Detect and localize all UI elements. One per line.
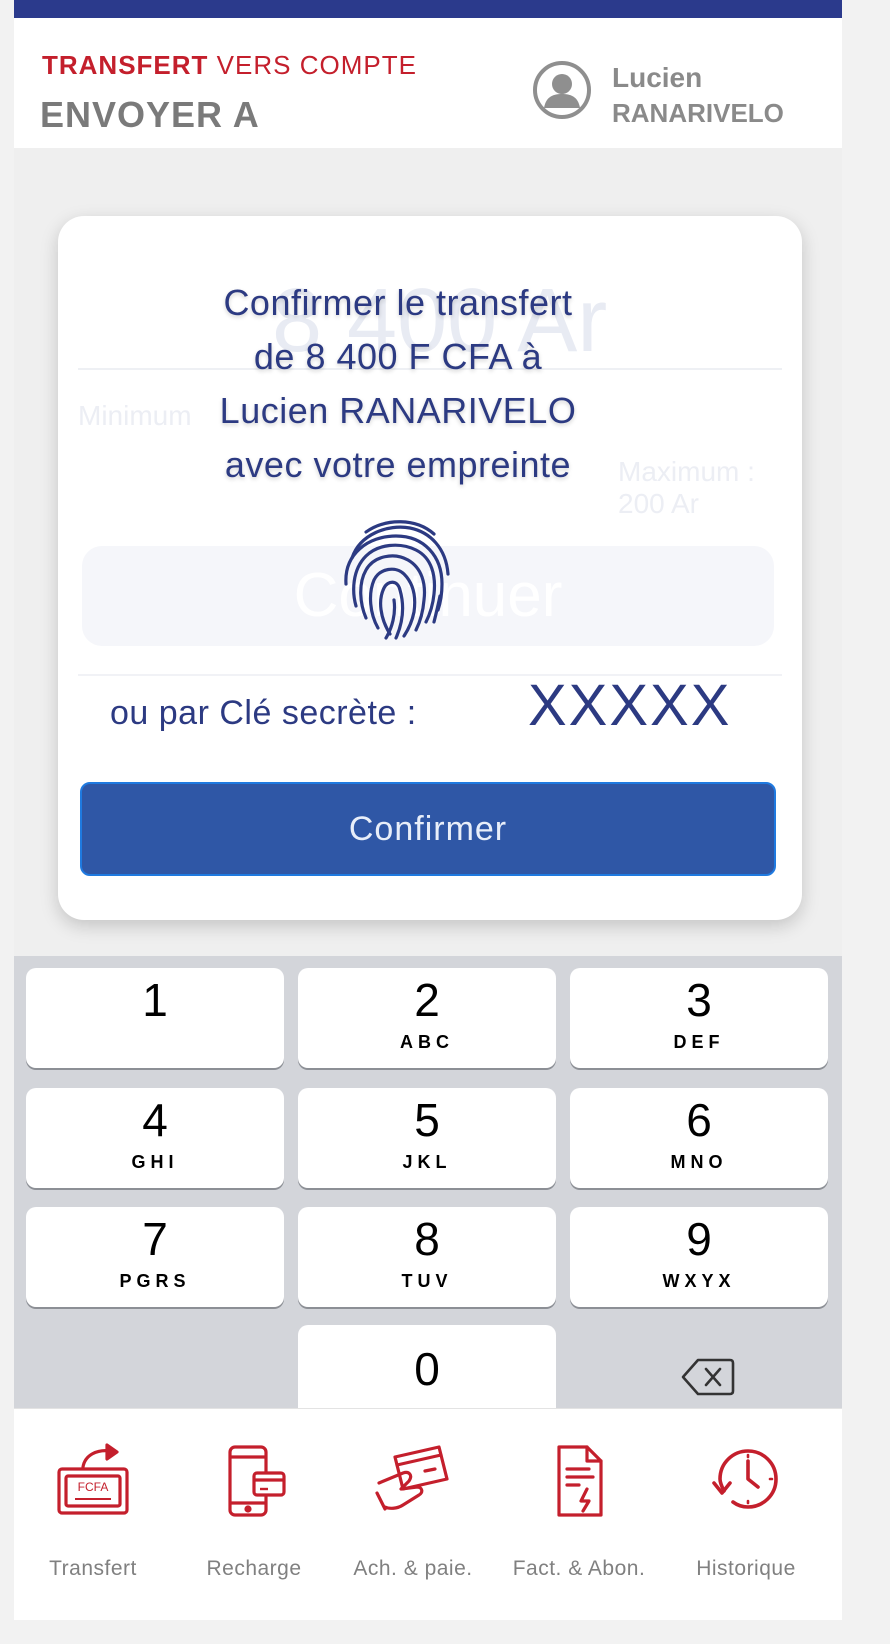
key-6[interactable]: 6 MNO xyxy=(570,1088,828,1188)
tab-achats[interactable]: Ach. & paie. xyxy=(338,1409,488,1620)
tab-label: Recharge xyxy=(206,1557,302,1580)
key-letters: MNO xyxy=(670,1152,728,1172)
key-letters: WXYX xyxy=(662,1271,736,1291)
key-digit: 2 xyxy=(414,974,440,1026)
tab-icon-text: FCFA xyxy=(78,1480,109,1494)
bottom-tab-bar: FCFA Transfert Recharge Ach. & paie. Fac… xyxy=(14,1408,842,1620)
key-letters: PGRS xyxy=(119,1271,191,1291)
backspace-icon[interactable] xyxy=(680,1356,736,1398)
key-letters: TUV xyxy=(401,1271,453,1291)
top-accent-bar xyxy=(14,0,842,18)
card-payment-icon xyxy=(375,1445,449,1511)
phone-recharge-icon xyxy=(228,1445,286,1517)
tab-label: Fact. & Abon. xyxy=(512,1557,646,1580)
key-letters: GHI xyxy=(131,1152,179,1172)
confirm-line-1: Confirmer le transfert xyxy=(223,282,573,323)
secret-key-label: ou par Clé secrète : xyxy=(110,694,417,732)
key-digit: 6 xyxy=(686,1094,712,1146)
key-7[interactable]: 7 PGRS xyxy=(26,1207,284,1307)
tab-historique[interactable]: Historique xyxy=(671,1409,821,1620)
recipient-first-name: Lucien xyxy=(612,62,703,93)
tab-factures[interactable]: Fact. & Abon. xyxy=(504,1409,654,1620)
key-digit: 3 xyxy=(686,974,712,1026)
key-letters: JKL xyxy=(402,1152,452,1172)
key-digit: 4 xyxy=(142,1094,168,1146)
key-9[interactable]: 9 WXYX xyxy=(570,1207,828,1307)
main-content: 8 400 Ar Minimum Maximum : 200 Ar Contin… xyxy=(14,148,842,956)
tab-transfert[interactable]: FCFA Transfert xyxy=(18,1409,168,1620)
page-title-strong: TRANSFERT xyxy=(42,50,209,80)
confirm-line-3: Lucien RANARIVELO xyxy=(219,390,577,431)
page-subtitle: ENVOYER A xyxy=(40,94,260,135)
tab-label: Historique xyxy=(696,1557,796,1580)
key-5[interactable]: 5 JKL xyxy=(298,1088,556,1188)
key-letters: ABC xyxy=(400,1032,454,1052)
key-2[interactable]: 2 ABC xyxy=(298,968,556,1068)
app-screen: TRANSFERT VERS COMPTE ENVOYER A Lucien R… xyxy=(14,0,842,1620)
page-title-light: VERS COMPTE xyxy=(216,50,417,80)
numeric-keypad: 1 2 ABC 3 DEF 4 GHI 5 JKL 6 MNO 7 PGRS 8 xyxy=(14,956,842,1425)
key-digit: 7 xyxy=(142,1213,168,1265)
key-digit: 1 xyxy=(142,974,168,1026)
confirm-button[interactable]: Confirmer xyxy=(80,782,776,876)
invoice-icon xyxy=(557,1445,603,1517)
transfer-fcfa-icon: FCFA xyxy=(57,1443,129,1515)
header: TRANSFERT VERS COMPTE ENVOYER A Lucien R… xyxy=(14,18,842,148)
confirm-message: Confirmer le transfert de 8 400 F CFA à … xyxy=(138,276,658,492)
secret-key-input[interactable]: XXXXX xyxy=(528,672,731,739)
tab-recharge[interactable]: Recharge xyxy=(179,1409,329,1620)
key-digit: 0 xyxy=(414,1343,440,1395)
key-digit: 8 xyxy=(414,1213,440,1265)
recipient-last-name: RANARIVELO xyxy=(612,98,784,128)
avatar-icon xyxy=(533,61,591,119)
fingerprint-icon[interactable] xyxy=(338,514,458,642)
confirm-line-4: avec votre empreinte xyxy=(224,444,572,485)
tab-label: Transfert xyxy=(49,1557,137,1580)
key-digit: 9 xyxy=(686,1213,712,1265)
key-4[interactable]: 4 GHI xyxy=(26,1088,284,1188)
key-letters: DEF xyxy=(673,1032,725,1052)
tab-label: Ach. & paie. xyxy=(353,1557,473,1580)
key-3[interactable]: 3 DEF xyxy=(570,968,828,1068)
confirm-line-2: de 8 400 F CFA à xyxy=(253,336,543,377)
key-digit: 5 xyxy=(414,1094,440,1146)
confirm-modal: 8 400 Ar Minimum Maximum : 200 Ar Contin… xyxy=(58,216,802,920)
key-8[interactable]: 8 TUV xyxy=(298,1207,556,1307)
history-clock-icon xyxy=(712,1449,778,1509)
page-title: TRANSFERT VERS COMPTE xyxy=(42,50,417,81)
key-1[interactable]: 1 xyxy=(26,968,284,1068)
